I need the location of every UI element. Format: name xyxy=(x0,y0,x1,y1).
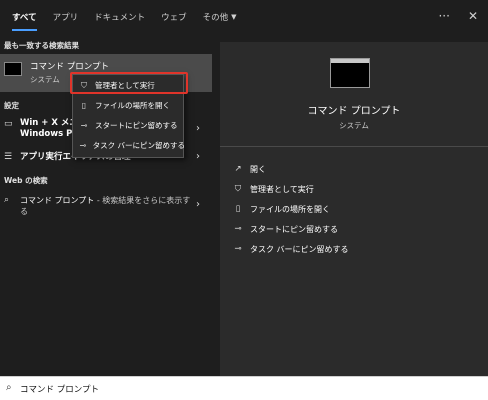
web-suffix: - 検索結果をさらに表示す xyxy=(94,196,191,205)
action-run-as-admin[interactable]: ⛉ 管理者として実行 xyxy=(220,180,488,198)
context-item-pin-start[interactable]: ⊸ スタートにピン留めする xyxy=(73,117,185,134)
app-title: コマンド プロンプト xyxy=(307,106,401,117)
web-header: Web の検索 xyxy=(4,176,48,185)
chevron-down-icon: ▼ xyxy=(231,13,237,21)
app-subtitle: システム xyxy=(339,121,369,130)
settings-header: 設定 xyxy=(4,101,19,110)
command-prompt-icon xyxy=(4,62,22,76)
list-icon: ☰ xyxy=(4,152,13,162)
more-options-icon[interactable]: ··· xyxy=(438,9,449,23)
tab-documents[interactable]: ドキュメント xyxy=(86,0,153,34)
detail-panel: コマンド プロンプト システム ↗ 開く ⛉ 管理者として実行 ▯ ファイルの場… xyxy=(220,42,488,376)
best-match-title: コマンド プロンプト xyxy=(30,62,109,72)
pin-icon: ⊸ xyxy=(80,121,88,130)
action-open-location[interactable]: ▯ ファイルの場所を開く xyxy=(220,200,488,218)
search-input[interactable]: コマンド プロンプト xyxy=(20,383,99,395)
chevron-right-icon: › xyxy=(196,199,200,210)
action-pin-start[interactable]: ⊸ スタートにピン留めする xyxy=(220,220,488,238)
pin-icon: ⊸ xyxy=(79,141,87,150)
search-tabs: すべて アプリ ドキュメント ウェブ その他 ▼ xyxy=(0,0,488,34)
web-suffix-line2: る xyxy=(20,207,28,216)
web-query: コマンド プロンプト xyxy=(20,196,95,205)
monitor-icon: ▭ xyxy=(4,119,13,129)
context-item-open-location[interactable]: ▯ ファイルの場所を開く xyxy=(73,97,185,114)
action-open[interactable]: ↗ 開く xyxy=(220,160,488,178)
pin-icon: ⊸ xyxy=(234,224,242,234)
folder-icon: ▯ xyxy=(235,204,241,214)
folder-icon: ▯ xyxy=(81,101,87,110)
chevron-right-icon: › xyxy=(196,151,200,162)
command-prompt-icon xyxy=(330,58,370,88)
context-item-pin-taskbar[interactable]: ⊸ タスク バーにピン留めする xyxy=(73,137,185,154)
divider xyxy=(220,146,488,147)
tab-other[interactable]: その他 ▼ xyxy=(195,0,245,34)
settings-item-line2: Windows Po xyxy=(20,129,79,139)
tab-all[interactable]: すべて xyxy=(4,0,45,34)
tab-web[interactable]: ウェブ xyxy=(153,0,195,34)
top-actions: ··· ✕ xyxy=(438,9,478,23)
best-match-header: 最も一致する検索結果 xyxy=(4,41,79,50)
search-bar[interactable]: ⌕ コマンド プロンプト xyxy=(0,376,488,400)
open-icon: ↗ xyxy=(234,164,242,174)
pin-icon: ⊸ xyxy=(234,244,242,254)
tab-apps[interactable]: アプリ xyxy=(45,0,87,34)
search-icon: ⌕ xyxy=(4,195,10,205)
best-match-subtitle: システム xyxy=(30,75,60,84)
chevron-right-icon: › xyxy=(196,123,200,134)
run-as-admin-icon: ⛉ xyxy=(234,184,242,194)
action-pin-taskbar[interactable]: ⊸ タスク バーにピン留めする xyxy=(220,240,488,258)
settings-item-line1: Win + X メニ xyxy=(20,118,78,128)
highlight-box xyxy=(70,72,188,94)
close-icon[interactable]: ✕ xyxy=(468,9,478,23)
web-search-item[interactable]: ⌕ コマンド プロンプト - 検索結果をさらに表示す る › xyxy=(0,192,212,222)
search-icon: ⌕ xyxy=(6,382,12,393)
